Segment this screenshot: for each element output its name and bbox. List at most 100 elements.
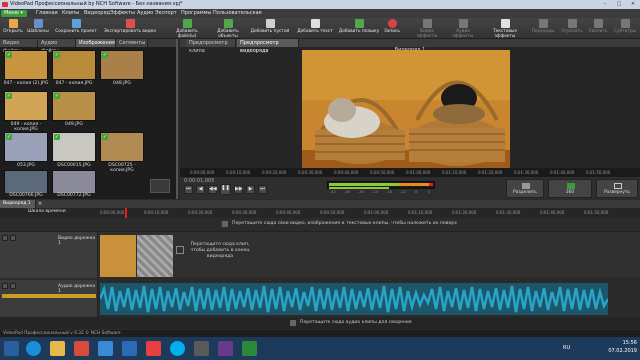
prev-frame-icon[interactable]: ◀ <box>196 185 205 194</box>
bin-thumb-7[interactable]: ✓ <box>52 132 96 162</box>
status-text: VideoPad Профессиональный v 6.32 © NCH S… <box>3 331 121 336</box>
ruler-tick: 0:00:00,000 <box>190 170 215 175</box>
fps-button[interactable]: 360 <box>548 179 592 198</box>
bin-thumb-5[interactable]: ✓ <box>52 91 96 121</box>
audio-drop-zone[interactable]: Перетащите сюда аудио клипы для сведения <box>0 317 640 329</box>
add-objects-button[interactable]: Добавить объекты <box>208 19 248 39</box>
tab-sequence-preview[interactable]: Предпросмотр видеоряда <box>237 39 299 54</box>
media-player-icon[interactable] <box>218 341 233 356</box>
transitions-icon <box>538 19 548 28</box>
clock-date[interactable]: 07.02.2019 <box>598 348 637 354</box>
timeline-ruler[interactable]: Шкала времени 0:00:00,000 0:00:10,000 0:… <box>0 208 640 218</box>
transitions-button[interactable]: Переходы <box>530 19 556 38</box>
photo-icon[interactable] <box>194 341 209 356</box>
next-frame-icon[interactable]: ▶ <box>246 185 255 194</box>
check-icon: ✓ <box>102 52 108 58</box>
bin-thumb-2[interactable]: ✓ <box>52 50 96 80</box>
bin-thumb-1[interactable]: ✓ <box>4 50 48 80</box>
fullscreen-button[interactable]: Развернуть <box>596 179 638 198</box>
audio-mute-icon[interactable] <box>2 283 8 289</box>
ruler-tick: 0:00:10,000 <box>226 170 251 175</box>
templates-button[interactable]: Шаблоны <box>26 19 50 38</box>
open-button[interactable]: Открыть <box>2 19 24 38</box>
menu-audio[interactable]: Аудио <box>137 9 153 18</box>
add-slide-button[interactable]: Добавить плашку <box>338 19 380 38</box>
audio-effects-button[interactable]: Аудио эффекты <box>446 19 480 39</box>
tab-video-files[interactable]: Видео файлы <box>0 39 38 54</box>
record-button[interactable]: Запись <box>382 19 402 38</box>
explorer-icon[interactable] <box>50 341 65 356</box>
video-effects-button[interactable]: Видео эффекты <box>410 19 444 39</box>
track-lock-icon[interactable] <box>10 235 16 241</box>
skype-icon[interactable] <box>170 341 185 356</box>
add-to-end-icon <box>176 246 184 254</box>
clock-time[interactable]: 15:56 <box>605 340 637 346</box>
app-icon[interactable] <box>98 341 113 356</box>
split-icon <box>522 183 530 189</box>
bin-thumb-3[interactable]: ✓ <box>100 50 144 80</box>
volume-slider[interactable] <box>2 294 96 298</box>
split-button[interactable]: Разделить <box>506 179 544 198</box>
video-track[interactable]: Видео дорожка 1 Перетащите сюда клип, чт… <box>0 231 640 278</box>
audio-lock-icon[interactable] <box>10 283 16 289</box>
playhead-marker[interactable] <box>125 208 127 218</box>
fast-forward-icon[interactable]: ▶▶ <box>234 185 243 194</box>
add-text-button[interactable]: Добавить текст <box>294 19 336 38</box>
skip-end-icon[interactable]: ⏭ <box>258 185 267 194</box>
chrome-icon[interactable] <box>146 341 161 356</box>
bin-thumb-8[interactable]: ✓ <box>100 132 144 162</box>
main-menu-button[interactable]: Меню ▾ <box>1 10 27 17</box>
tab-images[interactable]: Изображения <box>76 39 116 47</box>
videopad-taskbar-icon[interactable] <box>242 341 257 356</box>
bin-thumb-6[interactable]: ✓ <box>4 132 48 162</box>
menu-effects[interactable]: Эффекты <box>110 9 135 18</box>
word-icon[interactable] <box>122 341 137 356</box>
media-icon[interactable] <box>74 341 89 356</box>
audio-track[interactable]: Аудио дорожка 1 <box>0 280 640 317</box>
tab-audio-files[interactable]: Аудио файлы <box>38 39 76 54</box>
ie-icon[interactable] <box>26 341 41 356</box>
add-clip-hint: Перетащите сюда клип, чтобы добавить в к… <box>190 242 250 259</box>
tab-segments[interactable]: Сегменты <box>116 39 148 47</box>
save-icon <box>71 19 81 28</box>
rewind-icon[interactable]: ◀◀ <box>208 185 217 194</box>
start-icon[interactable] <box>4 341 19 356</box>
text-effects-button[interactable]: Текстовые эффекты <box>482 19 528 39</box>
video-track-label: Видео дорожка 1 <box>58 236 96 246</box>
pause-icon[interactable]: ❚❚ <box>220 184 231 195</box>
add-blank-button[interactable]: Добавить пустой <box>250 19 290 38</box>
export-video-button[interactable]: Экспортировать видео <box>100 19 160 38</box>
ruler-tick: 0:01:50,000 <box>586 170 611 175</box>
menu-custom[interactable]: Пользовательская <box>213 9 262 18</box>
video-clip-2[interactable] <box>137 235 173 277</box>
add-blank-icon <box>265 19 275 28</box>
check-icon: ✓ <box>6 93 12 99</box>
save-project-button[interactable]: Сохранить проект <box>54 19 98 38</box>
timeline-tabs: Видеоряд 1 ✕ <box>0 200 640 208</box>
video-clip-1[interactable] <box>100 235 136 277</box>
bin-label-1: 047 - копия (2).JPG <box>3 81 49 86</box>
subtitles-button[interactable]: Субтитры <box>612 19 638 38</box>
tab-clip-preview[interactable]: Предпросмотр клипа <box>186 39 236 54</box>
close-button[interactable]: ✕ <box>626 0 640 9</box>
track-visibility-icon[interactable] <box>2 235 8 241</box>
cut-button[interactable]: Отрезать <box>560 19 584 38</box>
add-files-button[interactable]: Добавить файл(ы) <box>168 19 206 39</box>
preview-ruler[interactable]: 0:00:00,000 0:00:10,000 0:00:20,000 0:00… <box>180 168 640 177</box>
check-icon: ✓ <box>6 134 12 140</box>
tab-sequence-1[interactable]: Видеоряд 1 <box>0 200 36 208</box>
menu-clips[interactable]: Клипы <box>62 9 79 18</box>
overlay-drop-zone[interactable]: Перетащите сюда свои видео, изображения … <box>0 219 640 230</box>
close-tab-icon[interactable]: ✕ <box>38 200 42 208</box>
maximize-button[interactable]: □ <box>612 0 626 9</box>
delete-button[interactable]: Удалить <box>586 19 610 38</box>
menu-tools[interactable]: Программы <box>181 9 211 18</box>
ruler-tick: 0:00:20,000 <box>262 170 287 175</box>
menu-sequence[interactable]: Видеоряд <box>84 9 110 18</box>
minimize-button[interactable]: – <box>598 0 612 9</box>
menu-home[interactable]: Главная <box>36 9 58 18</box>
language-indicator[interactable]: RU <box>563 345 570 351</box>
bin-thumb-4[interactable]: ✓ <box>4 91 48 121</box>
menu-export[interactable]: Экспорт <box>155 9 177 18</box>
skip-start-icon[interactable]: ⏮ <box>184 185 193 194</box>
